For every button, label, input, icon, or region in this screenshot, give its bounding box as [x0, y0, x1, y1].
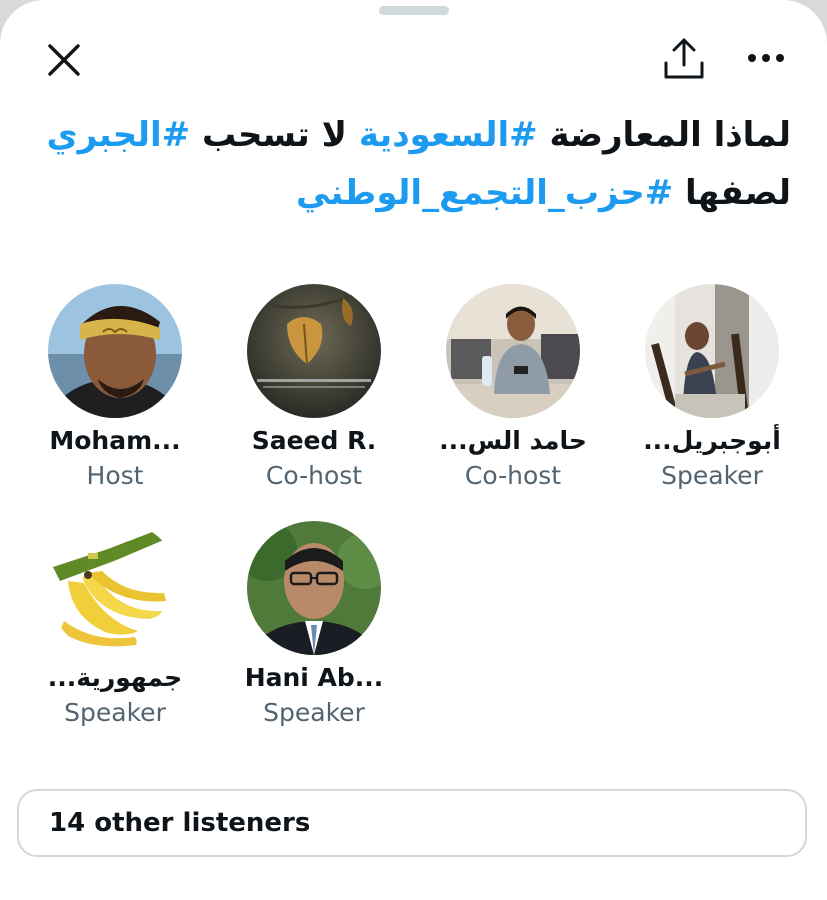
- title-text: لا تسحب: [190, 115, 359, 155]
- avatar: [247, 284, 381, 418]
- hashtag-link[interactable]: #السعودية: [359, 115, 538, 155]
- participant-role: Speaker: [64, 698, 166, 727]
- participant-role: Co-host: [464, 461, 562, 490]
- participant-name: أبوجبريل...: [643, 426, 781, 455]
- close-button[interactable]: [40, 36, 88, 84]
- participant-name: حامد الس...: [439, 426, 587, 455]
- hashtag-link[interactable]: #الجبري: [47, 115, 191, 155]
- title-text: لماذا المعارضة: [537, 115, 792, 155]
- participant-role: Speaker: [661, 461, 763, 490]
- listeners-button[interactable]: 14 other listeners: [17, 789, 807, 857]
- sheet-grabber[interactable]: [379, 6, 449, 15]
- listeners-label: 14 other listeners: [49, 808, 311, 838]
- close-icon: [48, 44, 80, 76]
- participant-speaker[interactable]: أبوجبريل... Speaker: [612, 284, 812, 493]
- space-title: لماذا المعارضة #السعودية لا تسحب #الجبري…: [31, 106, 792, 222]
- space-sheet: لماذا المعارضة #السعودية لا تسحب #الجبري…: [0, 0, 827, 900]
- title-text: لصفها: [673, 173, 791, 213]
- participant-role: Host: [86, 461, 144, 490]
- hashtag-link[interactable]: #حزب_التجمع_الوطني: [296, 173, 673, 213]
- participant-name: Saeed R.: [251, 426, 377, 455]
- participant-cohost[interactable]: حامد الس... Co-host: [413, 284, 613, 493]
- title-line-1: لماذا المعارضة #السعودية لا تسحب #الجبري: [31, 106, 792, 164]
- share-button[interactable]: [658, 32, 710, 84]
- participant-cohost[interactable]: Saeed R. Co-host: [214, 284, 414, 493]
- share-icon: [664, 38, 704, 79]
- participant-speaker[interactable]: Hani Ab... Speaker: [214, 521, 414, 730]
- more-icon: [748, 54, 784, 62]
- more-button[interactable]: [738, 32, 794, 84]
- avatar: [48, 284, 182, 418]
- avatar: [48, 521, 182, 655]
- participant-speaker[interactable]: جمهورية... Speaker: [15, 521, 215, 730]
- avatar: [446, 284, 580, 418]
- avatar: [247, 521, 381, 655]
- avatar: [645, 284, 779, 418]
- participant-name: جمهورية...: [47, 663, 183, 692]
- participant-role: Co-host: [265, 461, 363, 490]
- participant-role: Speaker: [263, 698, 365, 727]
- participant-host[interactable]: Moham... Host: [15, 284, 215, 493]
- title-line-2: لصفها #حزب_التجمع_الوطني: [31, 164, 791, 222]
- participant-name: Moham...: [49, 426, 181, 455]
- participant-name: Hani Ab...: [244, 663, 384, 692]
